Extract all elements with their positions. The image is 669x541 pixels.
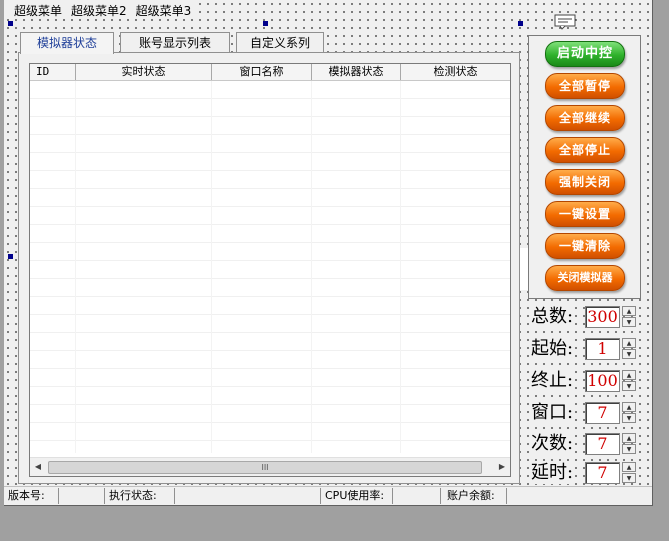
spin-down-icon[interactable]: ▼ <box>622 473 636 483</box>
delay-spinner: 7 ▲ ▼ <box>585 462 637 484</box>
end-spinner: 100 ▲ ▼ <box>585 370 637 392</box>
table-row[interactable] <box>30 315 510 333</box>
force-close-button[interactable]: 强制关闭 <box>545 169 625 195</box>
count-label: 次数: <box>531 433 574 455</box>
status-balance-label: 账户余额: <box>441 488 507 504</box>
status-version-label: 版本号: <box>4 488 59 504</box>
list-header: ID 实时状态 窗口名称 模拟器状态 检测状态 <box>30 64 510 81</box>
count-spinner: 7 ▲ ▼ <box>585 433 637 455</box>
status-cpu-value <box>393 488 441 504</box>
table-row[interactable] <box>30 297 510 315</box>
scroll-left-icon[interactable]: ◀ <box>30 458 46 476</box>
comment-icon <box>554 14 576 30</box>
spin-down-icon[interactable]: ▼ <box>622 349 636 359</box>
resume-all-button[interactable]: 全部继续 <box>545 105 625 131</box>
spin-up-icon[interactable]: ▲ <box>622 306 636 316</box>
spin-down-icon[interactable]: ▼ <box>622 444 636 454</box>
start-control-button[interactable]: 启动中控 <box>545 41 625 67</box>
table-row[interactable] <box>30 207 510 225</box>
resize-handle[interactable] <box>8 21 13 26</box>
table-row[interactable] <box>30 387 510 405</box>
spin-up-icon[interactable]: ▲ <box>622 338 636 348</box>
table-row[interactable] <box>30 243 510 261</box>
end-label: 终止: <box>531 370 574 392</box>
resize-handle[interactable] <box>8 254 13 259</box>
delay-input[interactable]: 7 <box>585 462 620 484</box>
table-row[interactable] <box>30 81 510 99</box>
total-input[interactable]: 300 <box>585 306 620 328</box>
menu-bar: 超级菜单 超级菜单2 超级菜单3 <box>4 0 197 18</box>
status-balance-value <box>507 488 652 504</box>
column-header-window-name[interactable]: 窗口名称 <box>212 64 312 80</box>
table-row[interactable] <box>30 225 510 243</box>
table-row[interactable] <box>30 153 510 171</box>
total-spinner: 300 ▲ ▼ <box>585 306 637 328</box>
spin-up-icon[interactable]: ▲ <box>622 433 636 443</box>
spin-down-icon[interactable]: ▼ <box>622 413 636 423</box>
pause-all-button[interactable]: 全部暂停 <box>545 73 625 99</box>
list-body <box>30 81 510 459</box>
column-header-id[interactable]: ID <box>30 64 76 80</box>
spin-down-icon[interactable]: ▼ <box>622 381 636 391</box>
total-label: 总数: <box>531 306 574 328</box>
column-header-check-status[interactable]: 检测状态 <box>401 64 510 80</box>
start-label: 起始: <box>531 338 574 360</box>
spin-down-icon[interactable]: ▼ <box>622 317 636 327</box>
status-version-value <box>59 488 105 504</box>
status-exec-label: 执行状态: <box>105 488 175 504</box>
emulator-list[interactable]: ID 实时状态 窗口名称 模拟器状态 检测状态 ◀ III ▶ <box>29 63 511 477</box>
table-row[interactable] <box>30 135 510 153</box>
table-row[interactable] <box>30 333 510 351</box>
table-row[interactable] <box>30 99 510 117</box>
start-input[interactable]: 1 <box>585 338 620 360</box>
tab-custom-series[interactable]: 自定义系列 <box>236 32 324 53</box>
tab-panel: ID 实时状态 窗口名称 模拟器状态 检测状态 ◀ III ▶ <box>18 52 520 484</box>
table-row[interactable] <box>30 351 510 369</box>
table-row[interactable] <box>30 423 510 441</box>
stop-all-button[interactable]: 全部停止 <box>545 137 625 163</box>
spin-up-icon[interactable]: ▲ <box>622 370 636 380</box>
window-spinner: 7 ▲ ▼ <box>585 402 637 424</box>
resize-handle[interactable] <box>518 21 523 26</box>
column-header-emulator-status[interactable]: 模拟器状态 <box>312 64 401 80</box>
spin-up-icon[interactable]: ▲ <box>622 402 636 412</box>
spin-up-icon[interactable]: ▲ <box>622 462 636 472</box>
count-input[interactable]: 7 <box>585 433 620 455</box>
tab-account-list[interactable]: 账号显示列表 <box>120 32 230 53</box>
start-spinner: 1 ▲ ▼ <box>585 338 637 360</box>
table-row[interactable] <box>30 117 510 135</box>
status-bar: 版本号: 执行状态: CPU使用率: 账户余额: <box>4 486 652 505</box>
resize-handle[interactable] <box>263 21 268 26</box>
one-key-setup-button[interactable]: 一键设置 <box>545 201 625 227</box>
scroll-thumb[interactable]: III <box>48 461 482 474</box>
table-row[interactable] <box>30 171 510 189</box>
scroll-right-icon[interactable]: ▶ <box>494 458 510 476</box>
end-input[interactable]: 100 <box>585 370 620 392</box>
horizontal-scrollbar[interactable]: ◀ III ▶ <box>30 457 510 476</box>
one-key-clear-button[interactable]: 一键清除 <box>545 233 625 259</box>
menu-super-2[interactable]: 超级菜单2 <box>67 0 132 18</box>
window-label: 窗口: <box>531 402 574 424</box>
column-header-live-status[interactable]: 实时状态 <box>76 64 212 80</box>
window-input[interactable]: 7 <box>585 402 620 424</box>
status-cpu-label: CPU使用率: <box>321 488 393 504</box>
delay-label: 延时: <box>531 462 574 484</box>
status-exec-value <box>175 488 321 504</box>
main-window: 超级菜单 超级菜单2 超级菜单3 模拟器状态 账号显示列表 自定义系列 ID 实… <box>4 0 653 506</box>
tab-strip: 模拟器状态 账号显示列表 自定义系列 <box>18 32 518 54</box>
table-row[interactable] <box>30 369 510 387</box>
menu-super-1[interactable]: 超级菜单 <box>10 0 67 18</box>
control-button-group: 启动中控 全部暂停 全部继续 全部停止 强制关闭 一键设置 一键清除 关闭模拟器 <box>528 35 641 299</box>
menu-super-3[interactable]: 超级菜单3 <box>132 0 197 18</box>
table-row[interactable] <box>30 261 510 279</box>
tab-emulator-status[interactable]: 模拟器状态 <box>20 32 114 54</box>
close-emulator-button[interactable]: 关闭模拟器 <box>545 265 625 291</box>
table-row[interactable] <box>30 279 510 297</box>
table-row[interactable] <box>30 189 510 207</box>
table-row[interactable] <box>30 405 510 423</box>
